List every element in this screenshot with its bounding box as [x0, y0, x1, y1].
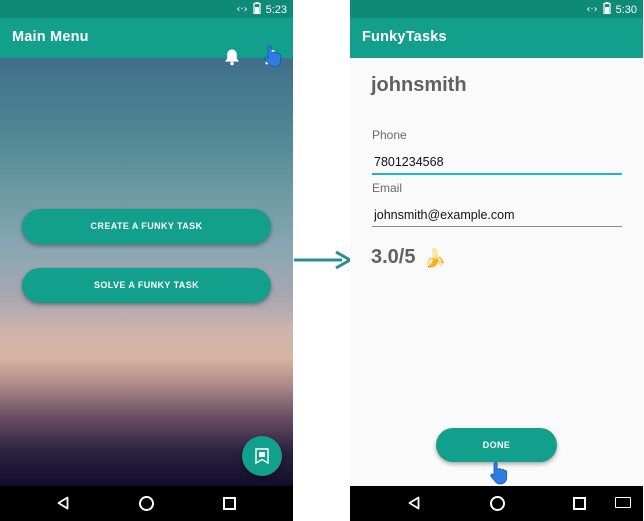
- username-heading: johnsmith: [371, 74, 467, 96]
- right-phone-screen: ‹·› 5:30 FunkyTasks johnsmith Phone Emai…: [350, 0, 643, 521]
- battery-icon: [602, 2, 611, 17]
- profile-content: johnsmith Phone Email 3.0/5 🍌 DONE: [350, 58, 643, 486]
- app-bar: Main Menu: [0, 18, 293, 66]
- phone-field[interactable]: [372, 151, 622, 175]
- email-field[interactable]: [372, 204, 622, 227]
- home-icon[interactable]: [490, 496, 505, 511]
- email-label: Email: [372, 181, 403, 195]
- status-time: 5:23: [265, 3, 287, 16]
- bookmark-icon: [255, 448, 269, 465]
- hand-cursor-icon: [262, 44, 282, 73]
- page-title: FunkyTasks: [362, 29, 447, 45]
- status-bar: ‹·› 5:23: [0, 0, 293, 18]
- status-bar: ‹·› 5:30: [350, 0, 643, 18]
- rating-row: 3.0/5 🍌: [371, 246, 446, 269]
- recents-icon[interactable]: [223, 497, 236, 510]
- keyboard-icon[interactable]: [615, 497, 631, 508]
- app-bar: FunkyTasks: [350, 18, 643, 58]
- bookmark-fab-button[interactable]: [242, 436, 282, 476]
- battery-icon: [252, 2, 261, 17]
- left-phone-screen: ‹·› 5:23 Main Menu CREATE A FUNKY TASK S…: [0, 0, 293, 521]
- create-funky-task-button[interactable]: CREATE A FUNKY TASK: [22, 209, 271, 244]
- phone-label: Phone: [372, 128, 407, 142]
- navigation-bar: [350, 486, 643, 521]
- bell-icon[interactable]: [224, 48, 240, 71]
- home-icon[interactable]: [139, 496, 154, 511]
- navigation-bar: [0, 486, 293, 521]
- back-icon[interactable]: [57, 496, 69, 515]
- done-button[interactable]: DONE: [436, 428, 557, 462]
- back-icon[interactable]: [408, 496, 420, 515]
- page-title: Main Menu: [12, 29, 89, 45]
- recents-icon[interactable]: [573, 497, 586, 510]
- signal-icon: ‹·›: [586, 3, 598, 15]
- solve-funky-task-button[interactable]: SOLVE A FUNKY TASK: [22, 268, 271, 303]
- status-time: 5:30: [615, 3, 637, 16]
- rating-value: 3.0/5: [371, 246, 416, 268]
- signal-icon: ‹·›: [236, 3, 248, 15]
- transition-arrow-icon: [294, 250, 354, 270]
- banana-icon: 🍌: [423, 247, 446, 268]
